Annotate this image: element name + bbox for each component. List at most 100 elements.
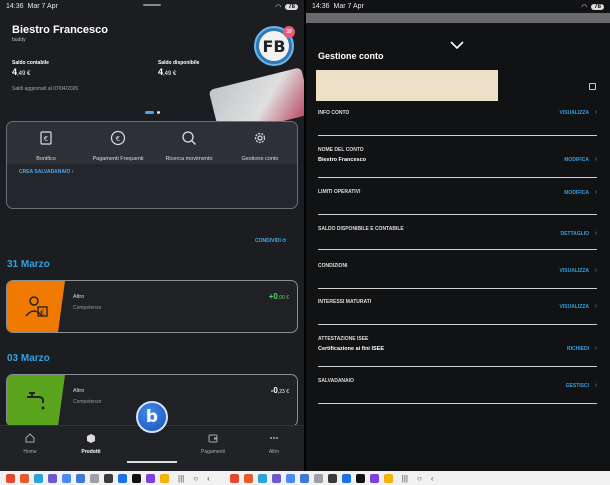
app-shortcut-icon[interactable] [355, 473, 365, 483]
saldo-disponibile-value: 4,49 € [158, 67, 177, 77]
row-limiti-operativi[interactable]: LIMITI OPERATIVI MODIFICA › [318, 189, 597, 215]
date-heading: 03 Marzo [7, 353, 50, 364]
condividi-link[interactable]: CONDIVIDI ⟳ [255, 238, 286, 244]
app-shortcut-icon[interactable] [90, 473, 99, 483]
quick-actions-card: € Bonifico € Pagamenti Frequenti Ricerca… [6, 121, 298, 209]
chevron-right-icon: › [594, 345, 597, 352]
balance-updated-text: Saldi aggiornati al 07/04/2026 [12, 86, 79, 92]
app-shortcut-icon[interactable] [146, 473, 155, 483]
recents-icon[interactable]: ||| [402, 474, 408, 483]
notification-badge: 39 [283, 26, 295, 38]
svg-text:€: € [44, 135, 48, 143]
home-button-icon[interactable]: ○ [417, 474, 422, 483]
copy-icon[interactable] [589, 83, 596, 90]
notch-pill [143, 4, 161, 6]
recents-icon[interactable]: ||| [178, 474, 184, 483]
user-subtitle: buddy [12, 37, 26, 43]
transaction-title: Altro [73, 294, 85, 300]
row-isee[interactable]: ATTESTAZIONE ISEE Certificazione ai fini… [318, 336, 597, 367]
carousel-dot [157, 111, 160, 114]
app-shortcut-icon[interactable] [76, 473, 85, 483]
home-icon [25, 433, 35, 443]
wifi-icon: ◠ [581, 3, 588, 11]
nav-pagamenti[interactable]: Pagamenti [188, 433, 238, 455]
app-shortcut-icon[interactable] [132, 473, 141, 483]
action-gestione-conto[interactable]: Gestione conto [225, 130, 295, 162]
back-icon[interactable]: ‹ [207, 474, 210, 483]
banking-home-screen: 14:36 Mar 7 Apr ◠ 78 Biestro Francesco b… [0, 0, 304, 471]
transaction-amount: +0,00 € [268, 292, 289, 301]
home-button-icon[interactable]: ○ [193, 474, 198, 483]
back-icon[interactable]: ‹ [431, 474, 434, 483]
battery-icon: 78 [285, 3, 298, 10]
transaction-card[interactable]: € Altro Competenze +0,00 € [6, 280, 298, 333]
action-ricerca-movimento[interactable]: Ricerca movimento [154, 130, 224, 162]
row-interessi[interactable]: INTERESSI MATURATI VISUALIZZA › [318, 299, 597, 325]
chevron-down-icon[interactable] [450, 40, 464, 50]
row-info-conto[interactable]: INFO CONTO VISUALIZZA › [318, 109, 597, 136]
gear-icon [254, 132, 266, 144]
wallet-icon [208, 434, 218, 443]
search-icon [182, 131, 196, 145]
transaction-subtitle: Competenze [73, 305, 102, 311]
action-bonifico[interactable]: € Bonifico [11, 130, 81, 162]
app-shortcut-icon[interactable] [6, 473, 15, 483]
euro-doc-icon: € [40, 131, 52, 145]
chevron-right-icon: › [594, 230, 597, 237]
status-date: Mar 7 Apr [27, 3, 58, 10]
action-pagamenti-frequenti[interactable]: € Pagamenti Frequenti [83, 130, 153, 162]
transaction-type-icon [7, 375, 65, 426]
transaction-title: Altro [73, 388, 85, 394]
app-shortcut-icon[interactable] [299, 473, 309, 483]
transaction-amount: -0,23 € [270, 386, 289, 395]
nav-prodotti[interactable]: Prodotti [66, 433, 116, 455]
app-shortcut-icon[interactable] [118, 473, 127, 483]
app-shortcut-icon[interactable] [271, 473, 281, 483]
app-shortcut-icon[interactable] [341, 473, 351, 483]
saldo-contabile-label: Saldo contabile [12, 60, 49, 66]
status-date: Mar 7 Apr [333, 3, 364, 10]
app-shortcut-icon[interactable] [48, 473, 57, 483]
carousel-dots[interactable] [145, 111, 160, 114]
app-shortcut-icon[interactable] [62, 473, 71, 483]
app-shortcut-icon[interactable] [327, 473, 337, 483]
status-time: 14:36 [6, 3, 24, 10]
row-condizioni[interactable]: CONDIZIONI VISUALIZZA › [318, 263, 597, 289]
status-bar: 14:36 Mar 7 Apr ◠ 78 [0, 0, 304, 13]
buddy-fab-button[interactable]: b [136, 401, 168, 433]
app-shortcut-icon[interactable] [243, 473, 253, 483]
box-icon [87, 434, 95, 443]
transaction-type-icon: € [7, 281, 65, 332]
chevron-right-icon: › [594, 109, 597, 116]
status-time: 14:36 [312, 3, 330, 10]
more-icon [270, 437, 278, 439]
battery-icon: 78 [591, 3, 604, 10]
app-shortcut-icon[interactable] [383, 473, 393, 483]
chevron-right-icon: › [594, 267, 597, 274]
app-shortcut-icon[interactable] [20, 473, 29, 483]
user-name: Biestro Francesco [12, 24, 108, 36]
sheet-backdrop [306, 13, 610, 23]
nav-altro[interactable]: Altro [249, 433, 299, 455]
person-euro-icon: € [25, 295, 48, 317]
app-shortcut-icon[interactable] [285, 473, 295, 483]
crea-salvadanaio-link[interactable]: CREA SALVADANAIO › [19, 169, 73, 175]
chevron-right-icon: › [594, 189, 597, 196]
app-shortcut-icon[interactable] [369, 473, 379, 483]
app-shortcut-icon[interactable] [34, 473, 43, 483]
chevron-right-icon: › [594, 382, 597, 389]
app-shortcut-icon[interactable] [257, 473, 267, 483]
nav-home[interactable]: Home [5, 433, 55, 455]
saldo-disponibile-label: Saldo disponibile [158, 60, 200, 66]
app-shortcut-icon[interactable] [229, 473, 239, 483]
chevron-right-icon: › [594, 156, 597, 163]
app-shortcut-icon[interactable] [104, 473, 113, 483]
euro-cycle-icon: € [110, 130, 126, 146]
row-nome-conto[interactable]: NOME DEL CONTO Biestro Francesco MODIFIC… [318, 147, 597, 178]
app-shortcut-icon[interactable] [160, 473, 169, 483]
app-shortcut-icon[interactable] [313, 473, 323, 483]
active-nav-indicator [127, 461, 177, 463]
row-saldo[interactable]: SALDO DISPONIBILE E CONTABILE DETTAGLIO … [318, 226, 597, 250]
svg-text:€: € [116, 135, 120, 143]
row-salvadanaio[interactable]: SALVADANAIO GESTISCI › [318, 378, 597, 404]
